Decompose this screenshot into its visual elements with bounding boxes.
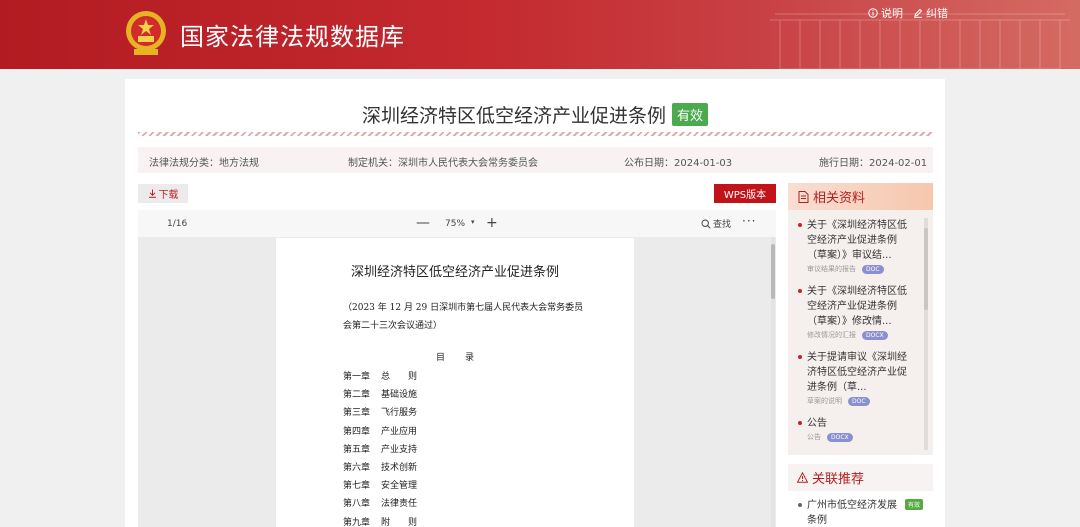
bullet-icon — [798, 289, 802, 293]
warning-icon — [797, 472, 808, 483]
document-page: 深圳经济特区低空经济产业促进条例 （2023 年 12 月 29 日深圳市第七届… — [276, 238, 634, 527]
related-scrollbar[interactable] — [924, 218, 928, 450]
related-materials-header: 相关资料 — [788, 183, 933, 210]
help-link-label: 说明 — [881, 7, 903, 20]
document-viewer[interactable]: 1/16 — 75% ▾ + 查找 ··· 深圳经济特区低空经济产业促进条例 （… — [138, 210, 776, 527]
help-link[interactable]: 说明 — [868, 5, 903, 21]
page-subtitle: （2023 年 12 月 29 日深圳市第七届人民代表大会常务委员会第二十三次会… — [343, 303, 584, 331]
meta-effective-date: 施行日期：2024-02-01 — [819, 158, 928, 169]
toc-item: 第六章 技术创新 — [343, 462, 418, 473]
search-icon — [701, 218, 711, 229]
feedback-link-label: 纠错 — [926, 7, 948, 20]
related-materials-panel: 相关资料 关于《深圳经济特区低空经济产业促进条例（草案）》审议结... 审议结果… — [788, 183, 933, 455]
info-icon — [868, 8, 878, 18]
bullet-icon — [798, 421, 802, 425]
format-badge: DOC — [862, 264, 884, 274]
related-item-title[interactable]: 关于《深圳经济特区低空经济产业促进条例（草案）》修改情... — [807, 284, 913, 329]
toc-item: 第三章 飞行服务 — [343, 408, 418, 419]
related-item-title[interactable]: 公告 — [807, 416, 913, 431]
download-button[interactable]: 下载 — [138, 184, 188, 203]
document-title-text: 深圳经济特区低空经济产业促进条例 — [361, 105, 666, 127]
viewer-toolbar: 1/16 — 75% ▾ + 查找 ··· — [138, 210, 776, 237]
site-title[interactable]: 国家法律法规数据库 — [180, 17, 405, 52]
site-header: 国家法律法规数据库 说明 纠错 — [0, 0, 1080, 69]
recommendations-panel: 关联推荐 广州市低空经济发展条例 有效 — [788, 464, 933, 527]
toc-title: 目录 — [435, 353, 494, 363]
decorative-divider — [138, 132, 933, 136]
related-materials-title: 相关资料 — [813, 191, 866, 206]
format-badge: DOC — [848, 396, 870, 406]
recommendations-header: 关联推荐 — [788, 464, 933, 491]
toc-item: 第五章 产业支持 — [343, 444, 418, 455]
recommendation-item[interactable]: 广州市低空经济发展条例 有效 — [798, 498, 928, 527]
toc-item: 第二章 基础设施 — [343, 390, 418, 401]
bullet-icon — [798, 503, 802, 507]
viewer-scrollbar-thumb[interactable] — [771, 244, 775, 299]
status-badge: 有效 — [672, 103, 709, 126]
national-emblem-icon — [126, 11, 166, 55]
search-label: 查找 — [713, 220, 732, 230]
related-item[interactable]: 关于提请审议《深圳经济特区低空经济产业促进条例（草... 草案的说明 DOC — [798, 350, 913, 406]
more-options-button[interactable]: ··· — [742, 214, 756, 228]
related-materials-list: 关于《深圳经济特区低空经济产业促进条例（草案）》审议结... 审议结果的报告 DO… — [788, 210, 933, 455]
meta-category: 法律法规分类：地方法规 — [149, 158, 259, 169]
wps-version-button[interactable]: WPS版本 — [714, 184, 776, 203]
table-of-contents: 第一章总 则 第二章 基础设施 第三章 飞行服务 第四章 产业应用 第五章 产业支持 第… — [343, 369, 417, 527]
feedback-link[interactable]: 纠错 — [913, 5, 948, 21]
related-item[interactable]: 公告 公告 DOCX — [798, 416, 913, 442]
related-item-desc: 修改情况的汇报 — [807, 331, 856, 339]
download-icon — [148, 189, 156, 198]
related-item-desc: 草案的说明 — [807, 397, 842, 405]
related-item[interactable]: 关于《深圳经济特区低空经济产业促进条例（草案）》修改情... 修改情况的汇报 DO… — [798, 284, 913, 340]
toc-item: 第八章 法律责任 — [343, 499, 418, 510]
document-title: 深圳经济特区低空经济产业促进条例 有效 — [125, 101, 945, 128]
edit-icon — [914, 8, 923, 18]
related-item-title[interactable]: 关于《深圳经济特区低空经济产业促进条例（草案）》审议结... — [807, 218, 913, 263]
viewer-scrollbar[interactable] — [771, 237, 775, 527]
zoom-dropdown-icon[interactable]: ▾ — [471, 218, 475, 226]
zoom-level[interactable]: 75% — [445, 219, 465, 229]
toc-item: 第一章总 则 — [343, 372, 418, 382]
zoom-out-button[interactable]: — — [416, 215, 430, 231]
page-indicator: 1/16 — [167, 219, 188, 229]
format-badge: DOCX — [827, 432, 853, 442]
toc-item: 第四章 产业应用 — [343, 426, 418, 437]
recommendations-title: 关联推荐 — [812, 472, 865, 487]
related-item-title[interactable]: 关于提请审议《深圳经济特区低空经济产业促进条例（草... — [807, 350, 913, 395]
toc-item: 第七章 安全管理 — [343, 481, 418, 492]
meta-publish-date: 公布日期：2024-01-03 — [624, 158, 733, 169]
format-badge: DOCX — [862, 330, 888, 340]
page-title: 深圳经济特区低空经济产业促进条例 — [350, 265, 559, 280]
related-scrollbar-thumb[interactable] — [924, 228, 928, 310]
zoom-in-button[interactable]: + — [486, 215, 498, 231]
document-icon — [798, 190, 809, 203]
recommendation-title[interactable]: 广州市低空经济发展条例 — [807, 498, 902, 527]
bullet-icon — [798, 223, 802, 227]
related-item[interactable]: 关于《深圳经济特区低空经济产业促进条例（草案）》审议结... 审议结果的报告 DO… — [798, 218, 913, 274]
meta-authority: 制定机关：深圳市人民代表大会常务委员会 — [348, 158, 538, 169]
document-meta-bar: 法律法规分类：地方法规 制定机关：深圳市人民代表大会常务委员会 公布日期：202… — [138, 147, 933, 173]
download-button-label: 下载 — [158, 190, 179, 201]
status-badge: 有效 — [905, 499, 924, 510]
bullet-icon — [798, 355, 802, 359]
search-button[interactable]: 查找 — [701, 217, 731, 230]
toc-item: 第九章附 则 — [343, 517, 418, 527]
related-item-desc: 公告 — [807, 433, 821, 441]
related-item-desc: 审议结果的报告 — [807, 265, 856, 273]
